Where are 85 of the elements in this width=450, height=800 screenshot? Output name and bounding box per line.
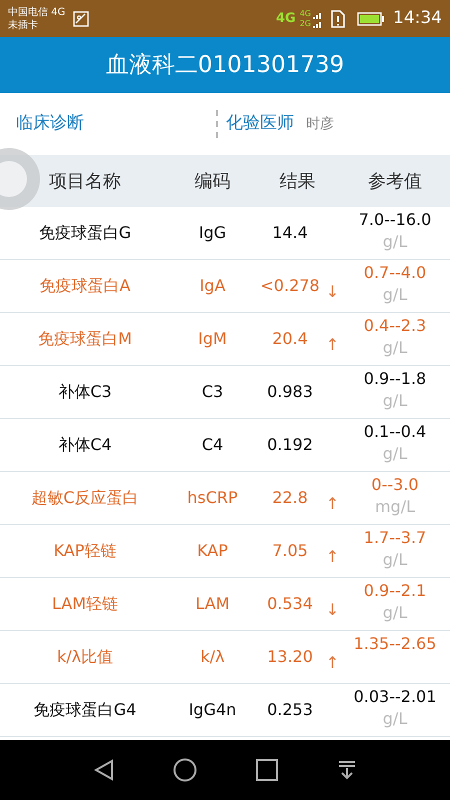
item-code: IgG4n	[188, 699, 236, 721]
item-code: C4	[202, 434, 224, 456]
reference-range: 0.9--1.8	[364, 368, 426, 390]
clock-text: 14:34	[393, 6, 442, 30]
result-value: 0.534	[267, 593, 313, 615]
table-row[interactable]: 超敏C反应蛋白 hsCRP 22.8 ↑ 0--3.0 mg/L	[0, 472, 450, 525]
table-row[interactable]: LAM轻链 LAM 0.534 ↓ 0.9--2.1 g/L	[0, 578, 450, 631]
reference-range: 0.1--0.4	[364, 421, 426, 443]
flag-arrow: ↑	[326, 493, 340, 515]
recents-icon[interactable]	[256, 759, 278, 781]
signal-label: 4G	[300, 8, 311, 18]
unit-text: g/L	[382, 602, 408, 624]
flag-arrow: ↑	[326, 334, 340, 356]
back-icon[interactable]	[94, 759, 114, 781]
result-value: 0.983	[267, 381, 313, 403]
doctor-label: 化验医师	[226, 112, 294, 136]
reference-range: 1.7--3.7	[364, 527, 426, 549]
result-value: 13.20	[267, 646, 313, 668]
reference-range: 0.4--2.3	[364, 315, 426, 337]
result-value: 22.8	[272, 487, 308, 509]
item-code: KAP	[197, 540, 228, 562]
unit-text: mg/L	[374, 496, 416, 518]
table-row[interactable]: 补体C4 C4 0.192 0.1--0.4 g/L	[0, 419, 450, 472]
home-icon[interactable]	[172, 758, 196, 782]
item-name: KAP轻链	[54, 540, 116, 562]
signal-label: 2G	[300, 18, 311, 28]
unit-text: g/L	[382, 708, 408, 730]
column-header: 编码	[194, 170, 230, 194]
item-code: IgA	[200, 275, 226, 297]
item-name: 免疫球蛋白A	[40, 275, 130, 297]
item-code: hsCRP	[187, 487, 238, 509]
diagnosis-label: 临床诊断	[16, 112, 85, 136]
notification-pull-icon[interactable]	[336, 760, 356, 780]
item-code: IgM	[198, 328, 227, 350]
reference-range: 0.03--2.01	[354, 686, 436, 708]
item-name: 免疫球蛋白M	[38, 328, 132, 350]
column-header: 项目名称	[49, 170, 121, 194]
unit-text: g/L	[382, 390, 408, 412]
carrier-text: 中国电信 4G	[8, 6, 66, 18]
result-value: 7.05	[272, 540, 308, 562]
item-name: 补体C4	[58, 434, 112, 456]
item-name: 免疫球蛋白G4	[34, 699, 136, 721]
page-title: 血液科二0101301739	[106, 50, 344, 80]
item-name: 补体C3	[58, 381, 112, 403]
sim-status: 未插卡	[8, 18, 39, 32]
result-value: 14.4	[272, 222, 308, 244]
reference-range: 1.35--2.65	[354, 633, 436, 655]
table-row[interactable]: 补体C3 C3 0.983 0.9--1.8 g/L	[0, 366, 450, 419]
result-value: <0.278	[260, 275, 320, 297]
item-name: k/λ比值	[56, 646, 114, 668]
battery-icon	[357, 12, 385, 26]
table-row[interactable]: 免疫球蛋白G4 IgG4n 0.253 0.03--2.01 g/L	[0, 684, 450, 737]
reference-range: 7.0--16.0	[358, 209, 432, 231]
column-header: 结果	[280, 170, 316, 194]
column-header: 参考值	[368, 170, 422, 194]
item-code: IgG	[198, 222, 226, 244]
reference-range: 0.7--4.0	[364, 262, 426, 284]
image-icon	[73, 10, 90, 26]
unit-text: g/L	[382, 443, 408, 465]
item-code: k/λ	[200, 646, 225, 668]
item-name: 超敏C反应蛋白	[31, 487, 139, 509]
table-row[interactable]: k/λ比值 k/λ 13.20 ↑ 1.35--2.65	[0, 631, 450, 684]
table-row[interactable]: 免疫球蛋白A IgA <0.278 ↓ 0.7--4.0 g/L	[0, 260, 450, 313]
unit-text: g/L	[382, 549, 408, 571]
flag-arrow: ↑	[326, 546, 340, 568]
item-code: LAM	[195, 593, 230, 615]
unit-text: g/L	[382, 284, 408, 306]
unit-text: g/L	[382, 231, 408, 253]
table-row[interactable]: KAP轻链 KAP 7.05 ↑ 1.7--3.7 g/L	[0, 525, 450, 578]
result-value: 0.253	[267, 699, 313, 721]
reference-range: 0.9--2.1	[364, 580, 426, 602]
result-value: 20.4	[272, 328, 308, 350]
flag-arrow: ↑	[326, 652, 340, 674]
item-name: 免疫球蛋白G	[38, 222, 132, 244]
result-value: 0.192	[267, 434, 313, 456]
flag-arrow: ↓	[326, 281, 340, 303]
doctor-name: 时彦	[306, 114, 334, 134]
network-label: 4G	[276, 10, 296, 28]
unit-text: g/L	[382, 337, 408, 359]
reference-range: 0--3.0	[371, 474, 419, 496]
table-row[interactable]: 免疫球蛋白M IgM 20.4 ↑ 0.4--2.3 g/L	[0, 313, 450, 366]
item-code: C3	[202, 381, 224, 403]
item-name: LAM轻链	[52, 593, 118, 615]
flag-arrow: ↓	[326, 599, 340, 621]
sim-card-icon	[331, 10, 345, 28]
